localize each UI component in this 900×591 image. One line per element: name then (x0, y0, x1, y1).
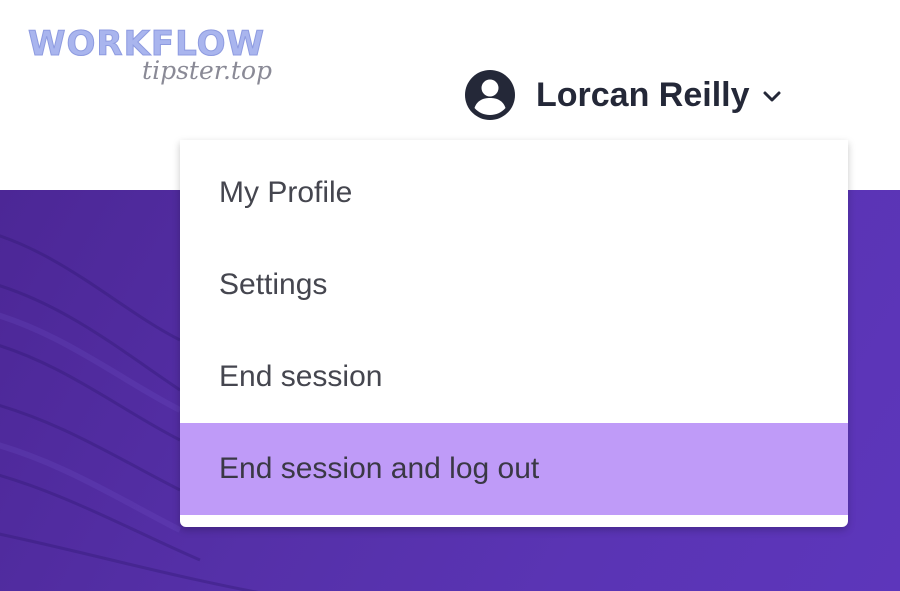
user-menu-button[interactable]: Lorcan Reilly (464, 68, 782, 122)
chevron-down-icon (763, 91, 781, 102)
user-dropdown-menu: My Profile Settings End session End sess… (180, 140, 848, 527)
watermark-logo: WORKFLOW tipster.top (27, 24, 278, 88)
menu-item-settings[interactable]: Settings (180, 239, 848, 331)
menu-item-my-profile[interactable]: My Profile (180, 147, 848, 239)
menu-item-label: End session (219, 360, 383, 393)
menu-item-end-session[interactable]: End session (180, 331, 848, 423)
menu-item-label: My Profile (219, 176, 353, 209)
user-circle-icon (465, 70, 515, 120)
watermark-subtitle: tipster.top (142, 56, 272, 85)
menu-item-label: End session and log out (219, 452, 540, 485)
menu-item-end-session-and-log-out[interactable]: End session and log out (180, 423, 848, 515)
user-name: Lorcan Reilly (536, 76, 750, 114)
menu-item-label: Settings (219, 268, 328, 301)
